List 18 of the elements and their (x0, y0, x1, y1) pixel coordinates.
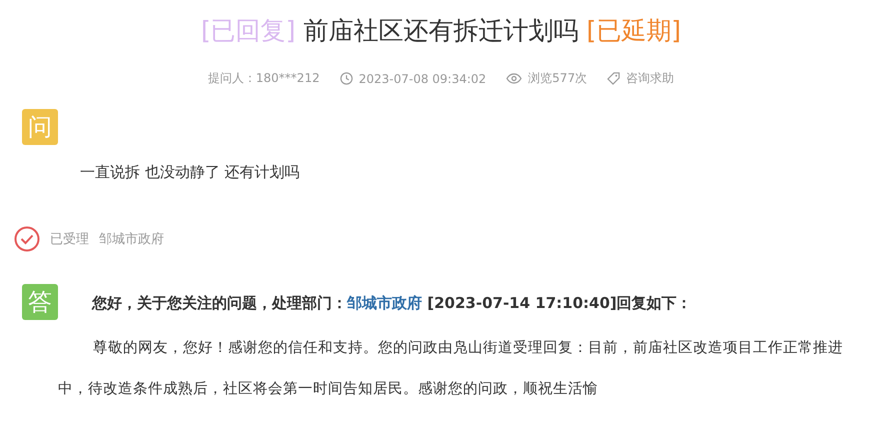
meta-text: 咨询求助 (626, 70, 674, 87)
question-badge: 问 (22, 109, 58, 145)
question-text: 一直说拆 也没动静了 还有计划吗 (79, 162, 301, 182)
tag-icon (607, 72, 620, 85)
status-label: 已受理 (50, 231, 89, 248)
answer-badge: 答 (22, 284, 58, 320)
department-name: 邹城市政府 (99, 231, 164, 248)
meta-text: 浏览577次 (528, 70, 588, 87)
department-link[interactable]: 邹城市政府 (347, 294, 422, 312)
meta-text: 2023-07-08 09:34:02 (358, 72, 486, 86)
status-tag: [已延期] (586, 14, 682, 48)
meta-text: 提问人：180***212 (208, 70, 320, 87)
answer-text: 尊敬的网友，您好！感谢您的信任和支持。您的问政由凫山街道受理回复：目前，前庙社区改造项目工作正常推进中，待改造条件成熟后，社区将会第一时间告知居民。感谢您的问政，顺祝生活愉 (57, 338, 844, 399)
clock-icon (340, 72, 353, 85)
eye-icon (506, 73, 522, 84)
status-tag: [已回复] (200, 14, 296, 48)
question-title: 前庙社区还有拆迁计划吗 (304, 15, 578, 47)
answer-header: 您好，关于您关注的问题，处理部门：邹城市政府 [2023-07-14 17:10:40]回复如下： (92, 293, 692, 313)
